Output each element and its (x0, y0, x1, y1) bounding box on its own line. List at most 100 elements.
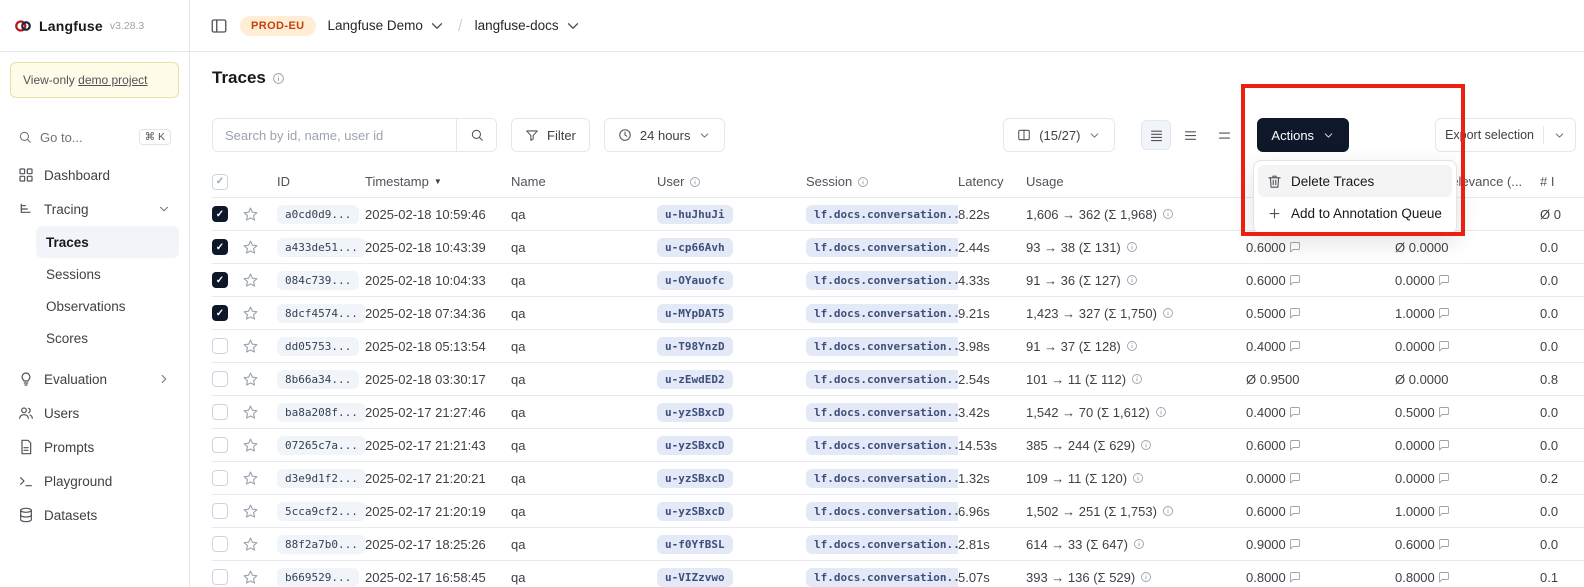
table-row[interactable]: 07265c7a... 2025-02-17 21:21:43 qa u-yzS… (212, 429, 1584, 462)
table-row[interactable]: 8dcf4574... 2025-02-18 07:34:36 qa u-MYp… (212, 297, 1584, 330)
user-badge[interactable]: u-cp66Avh (657, 238, 733, 257)
row-checkbox[interactable] (212, 338, 228, 354)
filter-button[interactable]: Filter (511, 118, 590, 152)
sidebar-item-prompts[interactable]: Prompts (10, 430, 179, 464)
header-timestamp[interactable]: Timestamp ▼ (365, 174, 511, 189)
trace-id-badge[interactable]: 8b66a34... (277, 370, 359, 389)
star-icon[interactable] (242, 272, 259, 289)
star-icon[interactable] (242, 503, 259, 520)
info-icon[interactable] (272, 72, 285, 85)
row-checkbox[interactable] (212, 404, 228, 420)
header-score-c[interactable]: # I (1540, 174, 1584, 189)
trace-id-badge[interactable]: 8dcf4574... (277, 304, 365, 323)
search-input[interactable] (213, 128, 456, 143)
session-badge[interactable]: lf.docs.conversation... (806, 535, 958, 554)
session-badge[interactable]: lf.docs.conversation... (806, 568, 958, 587)
menu-item-delete-traces[interactable]: Delete Traces (1258, 165, 1452, 197)
info-icon[interactable] (1126, 274, 1138, 286)
select-all-checkbox[interactable] (212, 174, 228, 190)
header-id[interactable]: ID (277, 174, 365, 189)
star-icon[interactable] (242, 536, 259, 553)
trace-id-badge[interactable]: 07265c7a... (277, 436, 365, 455)
trace-id-badge[interactable]: 084c739... (277, 271, 359, 290)
table-row[interactable]: a433de51... 2025-02-18 10:43:39 qa u-cp6… (212, 231, 1584, 264)
header-name[interactable]: Name (511, 174, 657, 189)
user-badge[interactable]: u-yzSBxcD (657, 469, 733, 488)
header-latency[interactable]: Latency (958, 174, 1026, 189)
export-selection-button[interactable]: Export selection (1435, 118, 1576, 152)
session-badge[interactable]: lf.docs.conversation... (806, 337, 958, 356)
user-badge[interactable]: u-VIZzvwo (657, 568, 733, 587)
user-badge[interactable]: u-yzSBxcD (657, 502, 733, 521)
session-badge[interactable]: lf.docs.conversation... (806, 403, 958, 422)
info-icon[interactable] (1140, 439, 1152, 451)
goto-search[interactable]: Go to... ⌘ K (10, 124, 179, 150)
session-badge[interactable]: lf.docs.conversation... (806, 469, 958, 488)
table-row[interactable]: 8b66a34... 2025-02-18 03:30:17 qa u-zEwd… (212, 363, 1584, 396)
star-icon[interactable] (242, 569, 259, 586)
session-badge[interactable]: lf.docs.conversation... (806, 502, 958, 521)
star-icon[interactable] (242, 404, 259, 421)
sidebar-item-sessions[interactable]: Sessions (36, 258, 179, 290)
row-checkbox[interactable] (212, 272, 228, 288)
org-selector[interactable]: Langfuse Demo (328, 17, 446, 35)
trace-id-badge[interactable]: ba8a208f... (277, 403, 365, 422)
row-height-medium-button[interactable] (1175, 120, 1205, 150)
table-row[interactable]: 88f2a7b0... 2025-02-17 18:25:26 qa u-f0Y… (212, 528, 1584, 561)
row-checkbox[interactable] (212, 470, 228, 486)
trace-id-badge[interactable]: 5cca9cf2... (277, 502, 365, 521)
table-row[interactable]: dd05753... 2025-02-18 05:13:54 qa u-T98Y… (212, 330, 1584, 363)
table-row[interactable]: d3e9d1f2... 2025-02-17 21:20:21 qa u-yzS… (212, 462, 1584, 495)
row-checkbox[interactable] (212, 239, 228, 255)
row-checkbox[interactable] (212, 569, 228, 585)
user-badge[interactable]: u-MYpDAT5 (657, 304, 733, 323)
sidebar-item-observations[interactable]: Observations (36, 290, 179, 322)
sidebar-toggle-icon[interactable] (210, 17, 228, 35)
trace-id-badge[interactable]: b669529... (277, 568, 359, 587)
sidebar-item-traces[interactable]: Traces (36, 226, 179, 258)
user-badge[interactable]: u-huJhuJi (657, 205, 733, 224)
info-icon[interactable] (1133, 538, 1145, 550)
row-height-small-button[interactable] (1141, 120, 1171, 150)
sidebar-item-dashboard[interactable]: Dashboard (10, 158, 179, 192)
user-badge[interactable]: u-yzSBxcD (657, 436, 733, 455)
session-badge[interactable]: lf.docs.conversation... (806, 238, 958, 257)
column-visibility-button[interactable]: (15/27) (1003, 118, 1115, 152)
header-usage[interactable]: Usage (1026, 174, 1246, 189)
sidebar-item-scores[interactable]: Scores (36, 322, 179, 354)
star-icon[interactable] (242, 338, 259, 355)
session-badge[interactable]: lf.docs.conversation... (806, 304, 958, 323)
table-row[interactable]: 5cca9cf2... 2025-02-17 21:20:19 qa u-yzS… (212, 495, 1584, 528)
sidebar-item-users[interactable]: Users (10, 396, 179, 430)
search-button[interactable] (456, 119, 496, 151)
info-icon[interactable] (1132, 472, 1144, 484)
table-row[interactable]: 084c739... 2025-02-18 10:04:33 qa u-OYau… (212, 264, 1584, 297)
header-session[interactable]: Session (806, 174, 958, 189)
star-icon[interactable] (242, 206, 259, 223)
star-icon[interactable] (242, 305, 259, 322)
user-badge[interactable]: u-f0YfBSL (657, 535, 733, 554)
project-selector[interactable]: langfuse-docs (475, 17, 582, 35)
menu-item-add-to-annotation-queue[interactable]: Add to Annotation Queue (1258, 197, 1452, 229)
user-badge[interactable]: u-T98YnzD (657, 337, 733, 356)
session-badge[interactable]: lf.docs.conversation... (806, 271, 958, 290)
session-badge[interactable]: lf.docs.conversation... (806, 205, 958, 224)
row-checkbox[interactable] (212, 305, 228, 321)
table-row[interactable]: ba8a208f... 2025-02-17 21:27:46 qa u-yzS… (212, 396, 1584, 429)
row-height-large-button[interactable] (1209, 120, 1239, 150)
session-badge[interactable]: lf.docs.conversation... (806, 370, 958, 389)
session-badge[interactable]: lf.docs.conversation... (806, 436, 958, 455)
demo-project-link[interactable]: demo project (78, 73, 147, 87)
info-icon[interactable] (1162, 307, 1174, 319)
time-range-button[interactable]: 24 hours (604, 118, 726, 152)
star-icon[interactable] (242, 437, 259, 454)
row-checkbox[interactable] (212, 503, 228, 519)
star-icon[interactable] (242, 371, 259, 388)
row-checkbox[interactable] (212, 437, 228, 453)
trace-id-badge[interactable]: a0cd0d9... (277, 205, 359, 224)
user-badge[interactable]: u-yzSBxcD (657, 403, 733, 422)
user-badge[interactable]: u-OYauofc (657, 271, 733, 290)
star-icon[interactable] (242, 470, 259, 487)
actions-button[interactable]: Actions (1257, 118, 1349, 152)
info-icon[interactable] (1131, 373, 1143, 385)
